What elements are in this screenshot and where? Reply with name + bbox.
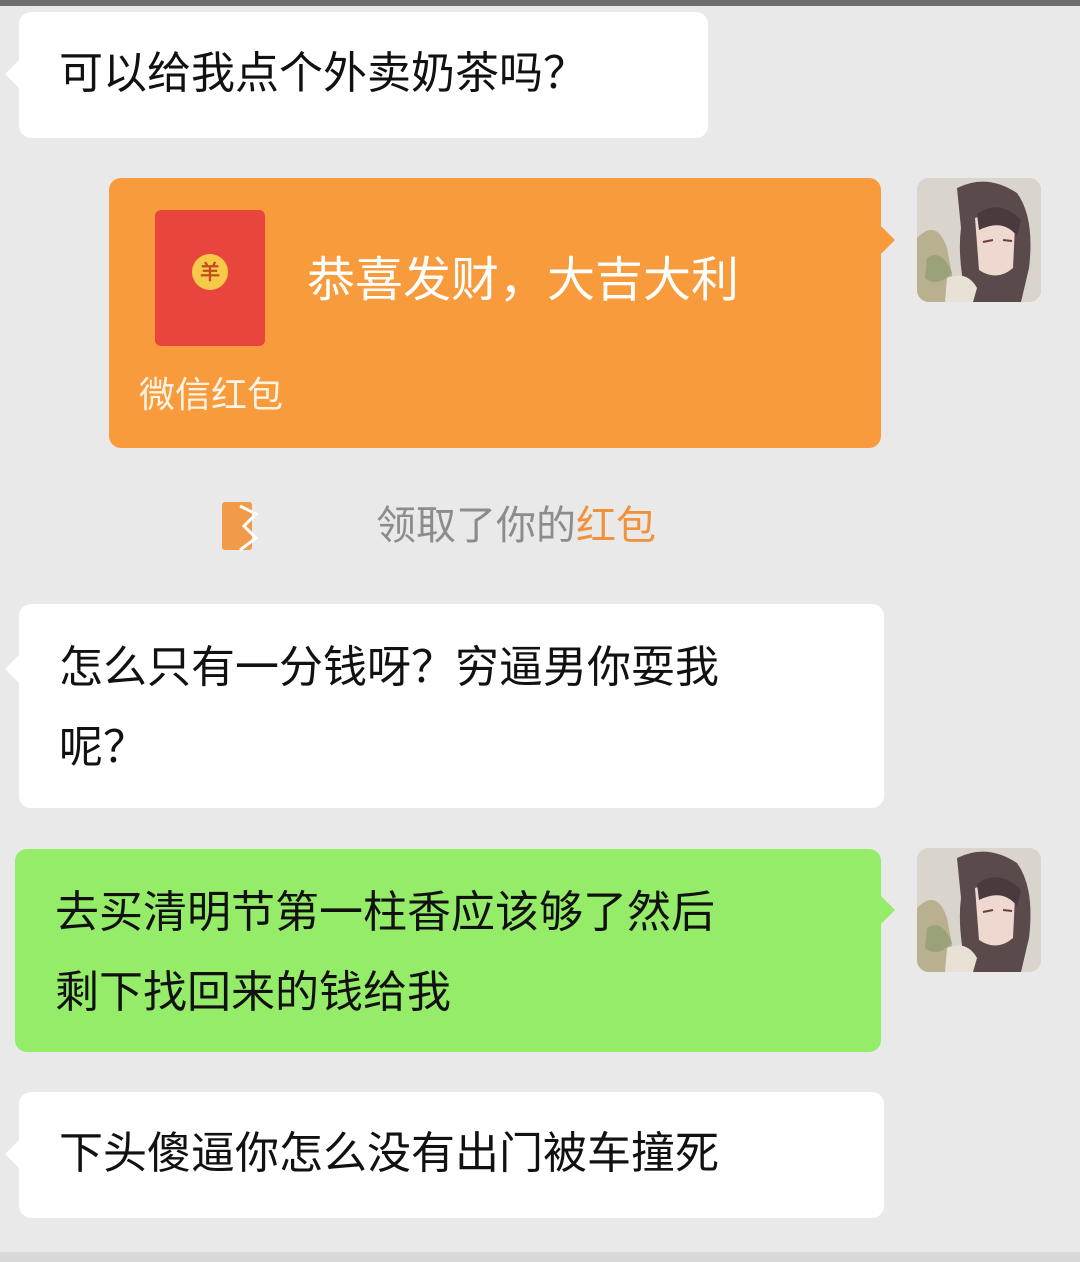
bubble-tail	[881, 896, 895, 924]
red-packet-title: 恭喜发财，大吉大利	[307, 252, 740, 308]
avatar[interactable]	[917, 178, 1041, 302]
notice-message: 领取了你的	[376, 503, 576, 549]
avatar[interactable]	[917, 848, 1041, 972]
message-line: 呢？	[59, 722, 147, 773]
incoming-message[interactable]: 下头傻逼你怎么没有出门被车撞死	[19, 1092, 884, 1218]
message-line: 去买清明节第一柱香应该够了然后	[55, 887, 715, 938]
anime-avatar-icon	[917, 178, 1041, 302]
outgoing-message[interactable]: 去买清明节第一柱香应该够了然后 剩下找回来的钱给我	[15, 849, 881, 1052]
bubble-tail	[881, 226, 895, 254]
message-line: 怎么只有一分钱呀？穷逼男你耍我	[59, 642, 719, 693]
status-strip	[0, 0, 1080, 6]
message-line: 剩下找回来的钱给我	[55, 967, 451, 1018]
red-packet-link[interactable]: 红包	[576, 503, 656, 549]
message-text: 可以给我点个外卖奶茶吗？	[59, 48, 587, 99]
incoming-message[interactable]: 怎么只有一分钱呀？穷逼男你耍我 呢？	[19, 604, 884, 808]
message-text: 下头傻逼你怎么没有出门被车撞死	[59, 1128, 719, 1179]
notice-text: 领取了你的红包	[376, 496, 656, 556]
red-packet-label: 微信红包	[139, 375, 284, 416]
incoming-message[interactable]: 可以给我点个外卖奶茶吗？	[19, 12, 708, 138]
red-envelope-icon	[222, 502, 258, 552]
bottom-strip	[0, 1252, 1080, 1262]
red-envelope-icon: 羊	[155, 210, 265, 346]
yen-coin-icon: 羊	[192, 254, 228, 290]
anime-avatar-icon	[917, 848, 1041, 972]
bubble-tail	[5, 1140, 19, 1168]
red-packet-message[interactable]: 羊 恭喜发财，大吉大利 微信红包	[109, 178, 881, 448]
bubble-tail	[5, 655, 19, 683]
bubble-tail	[5, 60, 19, 88]
